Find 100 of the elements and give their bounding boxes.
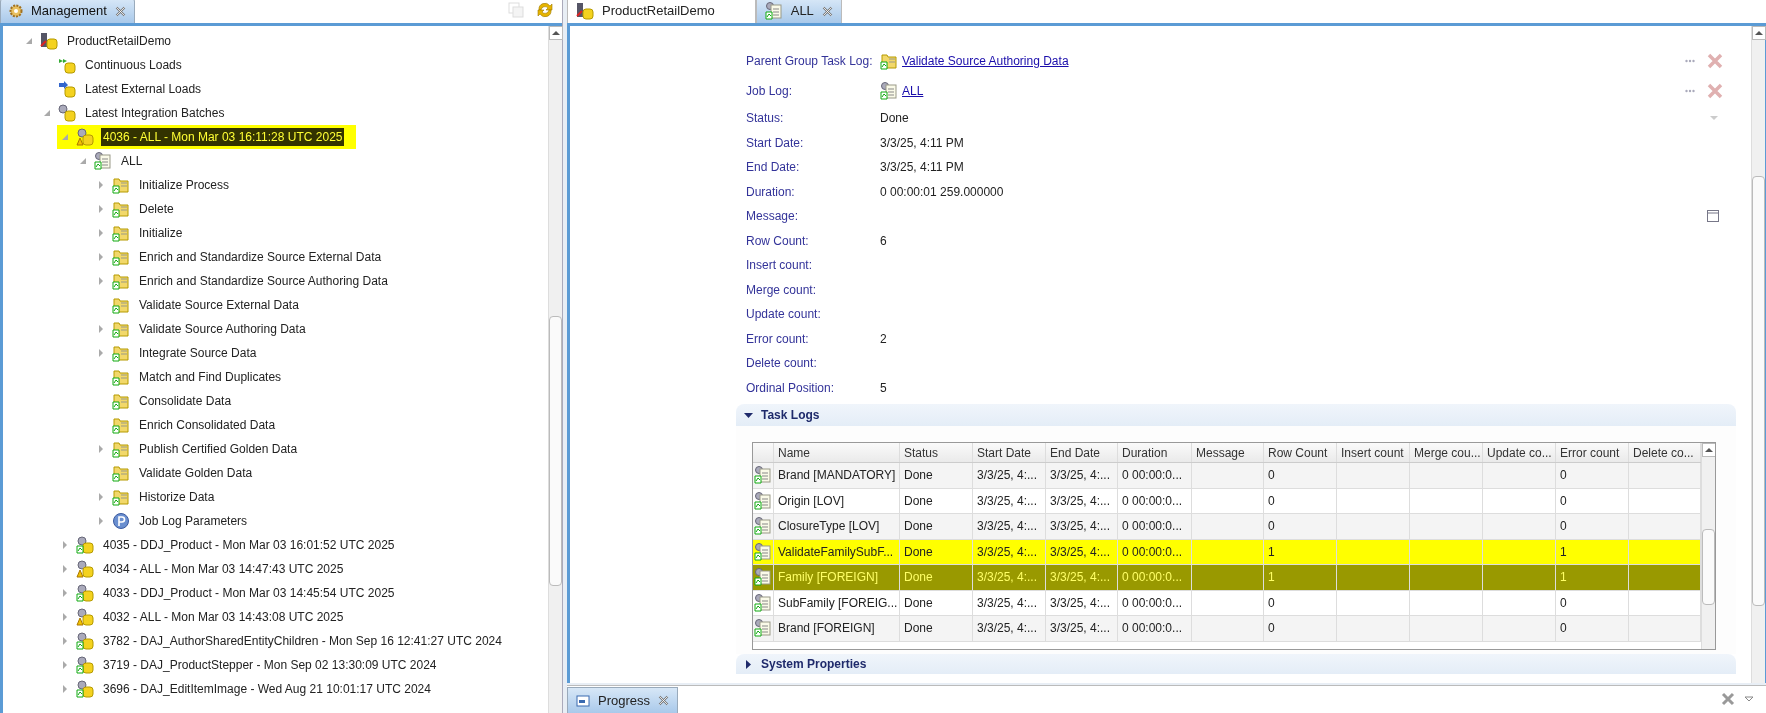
expander-icon[interactable] (97, 181, 105, 189)
expander-icon[interactable] (97, 253, 105, 261)
tree-item[interactable]: 4035 - DDJ_Product - Mon Mar 03 16:01:52 UTC 2025 (101, 536, 397, 554)
expander-icon[interactable] (97, 325, 105, 333)
tree-item[interactable]: 4036 - ALL - Mon Mar 03 16:11:28 UTC 2025 (101, 128, 345, 146)
more-icon[interactable] (1685, 89, 1695, 93)
expander-icon[interactable] (43, 109, 51, 117)
expander-icon[interactable] (61, 565, 69, 573)
tree-item[interactable]: Publish Certified Golden Data (137, 440, 300, 458)
expander-icon[interactable] (61, 541, 69, 549)
column-header[interactable]: Error count (1556, 443, 1629, 462)
table-row[interactable]: Brand [FOREIGN] Done 3/3/25, 4:... 3/3/25, 4:... 0 00:00:0... 0 0 (753, 616, 1701, 642)
tree-item[interactable]: Enrich and Standardize Source External Data (137, 248, 384, 266)
tree-item[interactable]: Latest Integration Batches (83, 104, 227, 122)
link[interactable]: ALL (902, 82, 924, 100)
scrollbar[interactable] (1751, 26, 1765, 683)
column-header[interactable]: Message (1192, 443, 1264, 462)
database-icon (58, 80, 76, 98)
scrollbar[interactable] (548, 26, 562, 713)
tree-item[interactable]: Continuous Loads (83, 56, 184, 74)
tree-item[interactable]: ProductRetailDemo (65, 32, 174, 50)
expander-icon[interactable] (97, 493, 105, 501)
folder-icon (112, 416, 130, 434)
column-header[interactable]: Duration (1118, 443, 1192, 462)
close-icon[interactable] (658, 695, 670, 706)
column-header[interactable]: Status (900, 443, 973, 462)
tree-item[interactable]: Match and Find Duplicates (137, 368, 284, 386)
tree-item[interactable]: Initialize (137, 224, 185, 242)
tree-item[interactable]: 4034 - ALL - Mon Mar 03 14:47:43 UTC 2025 (101, 560, 346, 578)
scroll-up-icon[interactable] (549, 26, 563, 40)
tree-item[interactable]: Consolidate Data (137, 392, 234, 410)
expander-icon[interactable] (97, 517, 105, 525)
expander-icon[interactable] (79, 157, 87, 165)
expander-icon[interactable] (61, 589, 69, 597)
remove-icon[interactable] (1707, 83, 1723, 99)
tree-item[interactable]: Delete (137, 200, 176, 218)
tree-item[interactable]: Validate Golden Data (137, 464, 255, 482)
copy-icon[interactable] (508, 2, 524, 18)
field-value[interactable]: Done (880, 109, 909, 128)
expander-icon[interactable] (61, 661, 69, 669)
dropdown-icon[interactable] (1709, 115, 1719, 122)
expander-icon[interactable] (61, 685, 69, 693)
panel-tab[interactable]: Progress (567, 687, 679, 713)
expander-icon[interactable] (61, 613, 69, 621)
more-icon[interactable] (1685, 59, 1695, 63)
section-header[interactable]: Task Logs (736, 404, 1736, 426)
tree-item[interactable]: Initialize Process (137, 176, 232, 194)
column-header[interactable]: Merge cou... (1410, 443, 1483, 462)
table-row[interactable]: ClosureType [LOV] Done 3/3/25, 4:... 3/3/25, 4:... 0 00:00:0... 0 0 (753, 514, 1701, 540)
scrollbar[interactable] (1701, 443, 1715, 649)
close-icon[interactable] (821, 5, 833, 17)
scroll-up-icon[interactable] (1702, 443, 1715, 457)
sync-icon[interactable] (536, 1, 554, 19)
expander-icon[interactable] (61, 133, 69, 141)
expander-icon[interactable] (97, 445, 105, 453)
table-row[interactable]: ValidateFamilySubF... Done 3/3/25, 4:... 3/3/25, 4:... 0 00:00:0... 1 1 (753, 539, 1701, 565)
tree-item[interactable]: 3782 - DAJ_AuthorSharedEntityChildren - Mon Sep 16 12:41:27 UTC 2024 (101, 632, 504, 650)
expander-icon[interactable] (97, 277, 105, 285)
scroll-up-icon[interactable] (1752, 26, 1766, 40)
tree-item[interactable]: Integrate Source Data (137, 344, 259, 362)
window-icon[interactable] (1707, 210, 1719, 223)
remove-icon[interactable] (1707, 53, 1723, 69)
tree-item[interactable]: Latest External Loads (83, 80, 204, 98)
tree-item[interactable]: Validate Source Authoring Data (137, 320, 308, 338)
link[interactable]: Validate Source Authoring Data (902, 52, 1069, 70)
tree-item[interactable]: 4033 - DDJ_Product - Mon Mar 03 14:45:54 UTC 2025 (101, 584, 397, 602)
tree-item[interactable]: Validate Source External Data (137, 296, 301, 314)
expander-icon[interactable] (97, 349, 105, 357)
column-header[interactable]: Row Count (1264, 443, 1337, 462)
editor-tab[interactable]: ALL (755, 0, 842, 23)
expander-icon[interactable] (61, 637, 69, 645)
column-header[interactable]: Start Date (973, 443, 1046, 462)
expander-icon[interactable] (97, 229, 105, 237)
panel-tab[interactable]: Management (0, 0, 135, 23)
table-row[interactable]: Origin [LOV] Done 3/3/25, 4:... 3/3/25, 4:... 0 00:00:0... 0 0 (753, 488, 1701, 514)
close-icon[interactable] (114, 5, 126, 17)
tree-item[interactable]: Historize Data (137, 488, 217, 506)
table-cell-text: 3/3/25, 4:... (977, 467, 1038, 485)
tree-item[interactable]: Enrich Consolidated Data (137, 416, 278, 434)
column-header[interactable]: Update co... (1483, 443, 1556, 462)
column-header[interactable]: Insert count (1337, 443, 1410, 462)
field-label: End Date: (746, 159, 801, 177)
tree-item[interactable]: 3696 - DAJ_EditItemImage - Wed Aug 21 10:01:17 UTC 2024 (101, 680, 433, 698)
table-row[interactable]: SubFamily [FOREIG... Done 3/3/25, 4:... 3/3/25, 4:... 0 00:00:0... 0 0 (753, 590, 1701, 616)
column-header[interactable]: Name (774, 443, 900, 462)
tree-item[interactable]: 4032 - ALL - Mon Mar 03 14:43:08 UTC 2025 (101, 608, 346, 626)
dropdown-icon[interactable] (1744, 696, 1754, 702)
remove-all-icon[interactable] (1720, 691, 1736, 707)
tree-item[interactable]: ALL (119, 152, 145, 170)
tree-item[interactable]: Enrich and Standardize Source Authoring Data (137, 272, 390, 290)
expander-icon[interactable] (25, 37, 33, 45)
expander-icon[interactable] (97, 205, 105, 213)
section-header[interactable]: System Properties (736, 654, 1736, 674)
column-header[interactable]: End Date (1046, 443, 1118, 462)
tree-item[interactable]: 3719 - DAJ_ProductStepper - Mon Sep 02 13:30:09 UTC 2024 (101, 656, 439, 674)
editor-tab[interactable]: ProductRetailDemo (567, 0, 756, 23)
table-row[interactable]: Brand [MANDATORY] Done 3/3/25, 4:... 3/3/25, 4:... 0 00:00:0... 0 0 (753, 463, 1701, 489)
table-cell-text: Brand [MANDATORY] (778, 467, 896, 485)
tree-item[interactable]: Job Log Parameters (137, 512, 250, 530)
job-icon (94, 152, 112, 170)
